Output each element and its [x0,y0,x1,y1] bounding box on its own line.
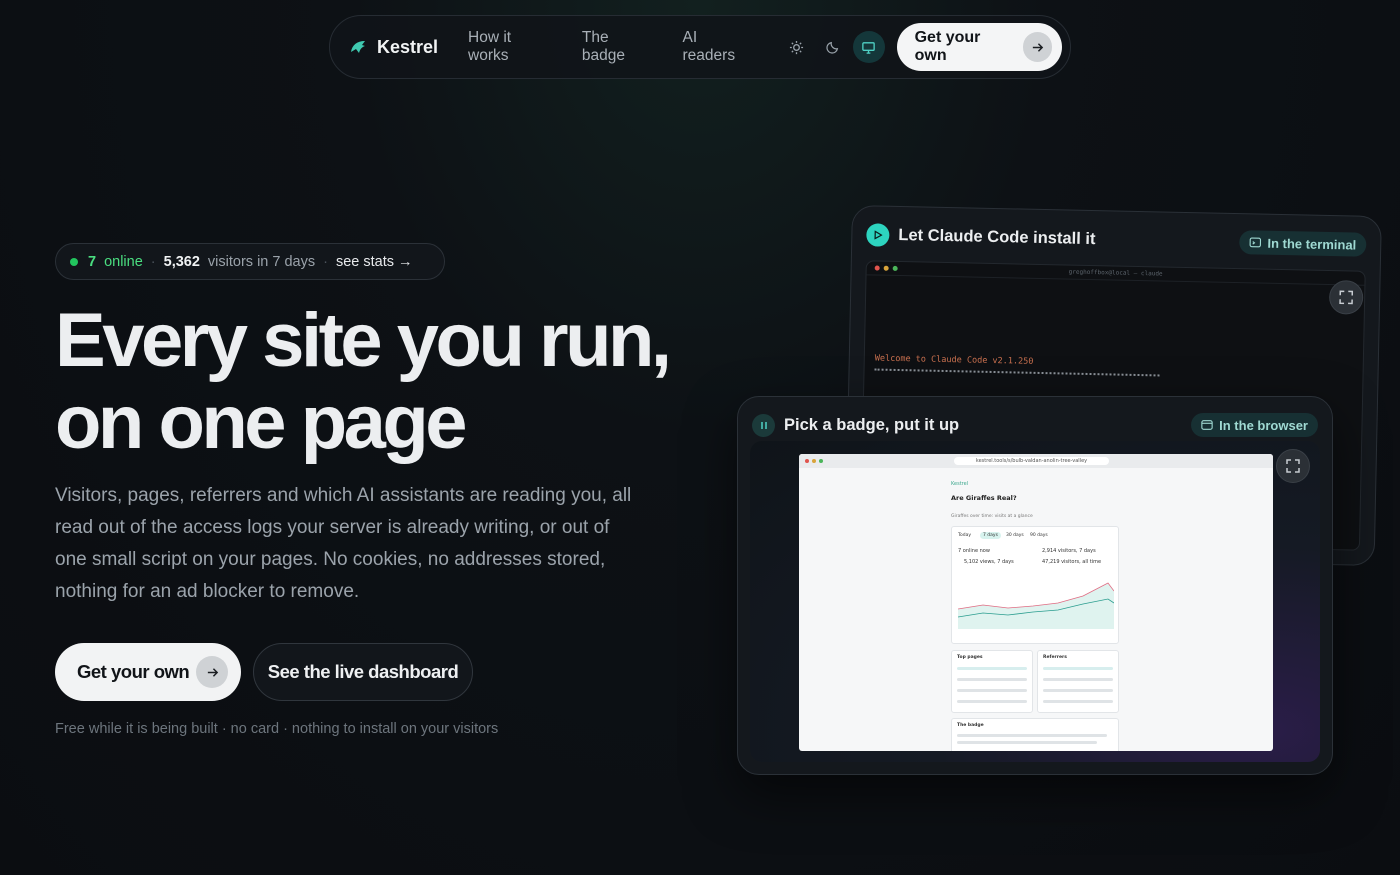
browser-tag-label: In the browser [1219,417,1308,433]
live-stats-pill: 7 online · 5,362 visitors in 7 days · se… [55,243,445,280]
separator-dot: · [150,253,156,270]
moon-icon[interactable] [817,31,849,63]
mini-kpi: 47,219 visitors, all time [1042,559,1102,565]
mini-chart-card: Today 7 days 30 days 90 days 7 online no… [951,526,1119,644]
mini-row [957,700,1027,703]
online-dot-icon [70,257,78,266]
live-dashboard-label: See the live dashboard [267,661,459,682]
terminal-welcome-line: Welcome to Claude Code v2.1.250 [874,353,1034,367]
online-label: online [104,253,143,270]
brand-name: Kestrel [377,36,439,57]
mini-tab: 30 days [1006,533,1024,538]
mini-row [1043,678,1113,681]
terminal-dotted-rule [874,368,1160,377]
sun-icon[interactable] [781,31,813,63]
terminal-card-title: Let Claude Code install it [898,225,1096,248]
mini-row [957,689,1027,692]
mini-brand: Kestrel [951,481,969,487]
terminal-tag: In the terminal [1239,230,1367,257]
mini-tab-active: 7 days [980,532,1001,539]
minimize-dot-icon [812,459,816,463]
mini-tab: Today [958,533,972,538]
nav-link-ai-readers[interactable]: AI readers [683,29,752,65]
mini-row [1043,689,1113,692]
mini-top-pages-card: Top pages [951,650,1033,713]
browser-url: kestrel.tools/s/bulb-valdan-anolin-tree-… [954,457,1109,465]
terminal-titlebar: greghoffbox@local — claude [866,261,1365,286]
play-icon[interactable] [866,222,890,247]
terminal-tag-label: In the terminal [1267,235,1357,253]
nav-get-your-own-button[interactable]: Get your own [896,23,1062,71]
fineprint: Free while it is being built · no card ·… [55,721,499,737]
see-stats-link[interactable]: see stats → [336,254,413,270]
hero-title-line-2: on one page [55,380,468,465]
terminal-window-title: greghoffbox@local — claude [1068,268,1163,278]
mini-row [1043,700,1113,703]
arrow-right-icon [1023,32,1052,62]
browser-card-header: Pick a badge, put it up In the browser [738,397,1332,441]
mini-badge-card: The badge [951,718,1119,751]
mini-site-title: Are Giraffes Real? [951,494,1017,502]
mini-kpi: 2,914 visitors, 7 days [1042,548,1096,554]
browser-demo-card: Pick a badge, put it up In the browser k… [737,396,1333,775]
dashboard-screenshot: kestrel.tools/s/bulb-valdan-anolin-tree-… [799,454,1273,751]
mini-panel-title: The badge [957,723,984,728]
terminal-icon [1249,237,1262,248]
monitor-icon[interactable] [852,31,885,63]
arrow-right-icon [196,656,228,688]
top-nav: Kestrel How it works The badge AI reader… [329,15,1071,79]
browser-window-icon [1201,420,1213,430]
browser-card-title: Pick a badge, put it up [784,415,960,434]
hero-title: Every site you run, on one page [55,300,695,464]
mini-row [957,734,1107,737]
close-dot-icon [805,459,809,463]
nav-link-the-badge[interactable]: The badge [582,29,654,65]
mini-row [957,741,1097,744]
mini-row [957,667,1027,670]
get-your-own-label: Get your own [77,661,190,682]
kestrel-logo-icon [351,41,365,53]
expand-icon[interactable] [1276,449,1310,483]
maximize-dot-icon [819,459,823,463]
theme-switcher [781,31,885,63]
mini-site-sub: Giraffes over time: visits at a glance [951,514,1033,519]
terminal-card-header: Let Claude Code install it In the termin… [852,206,1381,261]
visitor-count: 5,362 [163,253,200,270]
mini-referrers-card: Referrers [1037,650,1119,713]
hero-title-line-1: Every site you run, [55,298,672,383]
pause-icon[interactable] [752,413,775,437]
mini-line-chart [958,582,1114,629]
visitor-label: visitors in 7 days [207,253,316,270]
mini-tab: 90 days [1030,533,1048,538]
mini-row [1043,667,1113,670]
mini-panel-title: Top pages [957,655,983,660]
mini-row [957,678,1027,681]
get-your-own-button[interactable]: Get your own [55,643,241,701]
nav-link-how-it-works[interactable]: How it works [468,29,553,65]
browser-titlebar: kestrel.tools/s/bulb-valdan-anolin-tree-… [799,454,1273,468]
hero-lead: Visitors, pages, referrers and which AI … [55,485,632,602]
browser-stage: kestrel.tools/s/bulb-valdan-anolin-tree-… [750,441,1320,762]
brand[interactable]: Kestrel [348,37,438,58]
mini-kpi: 7 online now [958,548,990,554]
mini-kpi: 5,102 views, 7 days [964,559,1014,565]
separator-dot: · [323,253,328,270]
mini-panel-title: Referrers [1043,655,1067,660]
nav-cta-label: Get your own [914,29,981,64]
online-count: 7 [88,253,97,270]
browser-tag: In the browser [1191,413,1318,437]
live-dashboard-button[interactable]: See the live dashboard [253,643,473,701]
